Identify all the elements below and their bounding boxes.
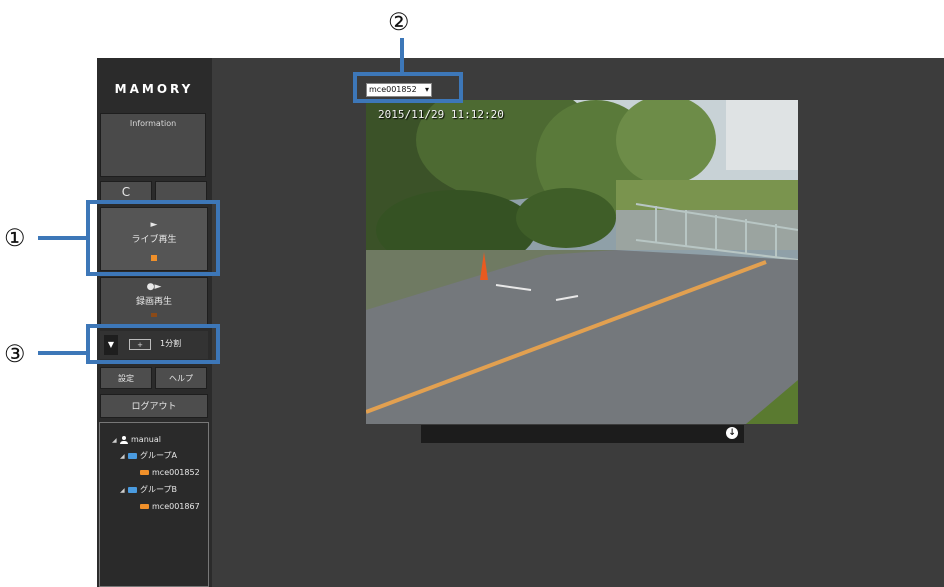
download-icon[interactable]: ↓ <box>726 427 738 439</box>
video-control-bar <box>421 425 744 443</box>
tree-user-node[interactable]: ◢ manual <box>112 433 161 446</box>
information-label: Information <box>129 119 177 128</box>
collapse-caret-icon[interactable]: ◢ <box>120 450 128 463</box>
information-panel: Information <box>100 113 206 177</box>
camera-tree: ◢ manual ◢ グループA mce001852 ◢ グループB mce00186… <box>99 422 209 587</box>
recorded-play-button[interactable]: ●► 録画再生 <box>100 277 208 325</box>
camera-icon <box>140 504 149 509</box>
tree-group-node[interactable]: ◢ グループA <box>120 449 177 462</box>
camera-icon <box>140 470 149 475</box>
help-button[interactable]: ヘルプ <box>155 367 207 389</box>
blank-button[interactable] <box>155 181 207 201</box>
video-frame-image <box>366 100 798 424</box>
user-icon <box>120 435 128 444</box>
recorded-indicator <box>151 313 157 317</box>
brand-logo: MAMORY <box>114 82 194 96</box>
callout-leader-1 <box>38 236 88 240</box>
tree-group-node[interactable]: ◢ グループB <box>120 483 177 496</box>
callout-box-1 <box>86 200 220 276</box>
video-timestamp: 2015/11/29 11:12:20 <box>378 108 504 121</box>
callout-leader-3 <box>38 351 88 355</box>
tree-group-label: グループB <box>140 485 178 494</box>
refresh-button[interactable]: C <box>100 181 152 201</box>
logout-button[interactable]: ログアウト <box>100 394 208 418</box>
settings-button[interactable]: 設定 <box>100 367 152 389</box>
collapse-caret-icon[interactable]: ◢ <box>112 434 120 447</box>
callout-leader-2 <box>400 38 404 73</box>
tree-camera-node[interactable]: mce001867 <box>140 500 200 513</box>
tree-camera-node[interactable]: mce001852 <box>140 466 200 479</box>
callout-box-3 <box>86 324 220 364</box>
folder-icon <box>128 486 137 493</box>
record-play-icon: ●► <box>146 282 162 292</box>
callout-number-1: ① <box>4 224 26 252</box>
callout-number-3: ③ <box>4 340 26 368</box>
live-video-feed[interactable] <box>366 100 798 424</box>
collapse-caret-icon[interactable]: ◢ <box>120 484 128 497</box>
callout-number-2: ② <box>388 8 410 36</box>
tree-user-label: manual <box>131 435 161 444</box>
refresh-icon: C <box>121 185 131 199</box>
folder-icon <box>128 452 137 459</box>
tree-camera-label: mce001852 <box>152 468 200 477</box>
callout-box-2 <box>353 72 463 103</box>
recorded-play-label: 録画再生 <box>135 297 172 307</box>
tree-camera-label: mce001867 <box>152 502 200 511</box>
tree-group-label: グループA <box>140 451 177 460</box>
